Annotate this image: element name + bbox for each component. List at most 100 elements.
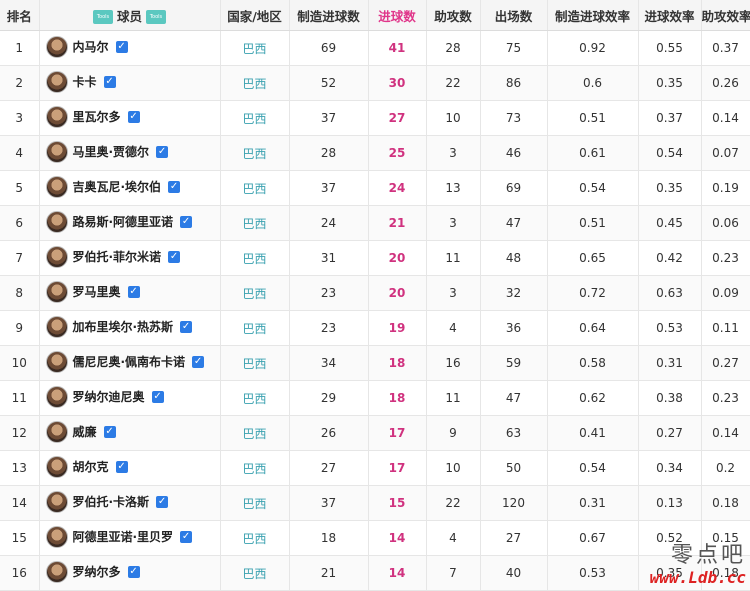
table-row[interactable]: 9 加布里埃尔·热苏斯 ✓ 巴西 23 19 4 36 0.64 0.53 0.11 — [0, 310, 750, 346]
player-name[interactable]: 内马尔 — [73, 38, 109, 55]
table-row[interactable]: 12 威廉 ✓ 巴西 26 17 9 63 0.41 0.27 0.14 — [0, 415, 750, 451]
player-name[interactable]: 罗马里奥 — [73, 283, 121, 300]
table-row[interactable]: 4 马里奥·贾德尔 ✓ 巴西 28 25 3 46 0.61 0.54 0.07 — [0, 135, 750, 171]
checkbox-checked-icon[interactable]: ✓ — [127, 285, 140, 298]
avatar[interactable] — [45, 420, 68, 443]
country-cell[interactable]: 巴西 — [220, 310, 290, 346]
country-cell[interactable]: 巴西 — [220, 170, 290, 206]
player-name[interactable]: 罗纳尔迪尼奥 — [73, 388, 145, 405]
country-cell[interactable]: 巴西 — [220, 485, 290, 521]
avatar[interactable] — [45, 35, 68, 58]
country-cell[interactable]: 巴西 — [220, 415, 290, 451]
checkbox-checked-icon[interactable]: ✓ — [103, 75, 116, 88]
player-name[interactable]: 阿德里亚诺·里贝罗 — [73, 528, 174, 545]
avatar[interactable] — [45, 210, 68, 233]
country-cell[interactable]: 巴西 — [220, 240, 290, 276]
player-info[interactable]: 内马尔 ✓ — [45, 35, 128, 58]
avatar[interactable] — [45, 490, 68, 513]
player-name[interactable]: 卡卡 — [73, 73, 97, 90]
header-created-goals[interactable]: 制造进球数 — [289, 0, 369, 31]
player-info[interactable]: 罗马里奥 ✓ — [45, 280, 140, 303]
country-cell[interactable]: 巴西 — [220, 205, 290, 241]
country-cell[interactable]: 巴西 — [220, 520, 290, 556]
avatar[interactable] — [45, 245, 68, 268]
table-row[interactable]: 11 罗纳尔迪尼奥 ✓ 巴西 29 18 11 47 0.62 0.38 0.23 — [0, 380, 750, 416]
table-row[interactable]: 1 内马尔 ✓ 巴西 69 41 28 75 0.92 0.55 0.37 — [0, 30, 750, 66]
table-row[interactable]: 10 儒尼尼奥·佩南布卡诺 ✓ 巴西 34 18 16 59 0.58 0.31 0.27 — [0, 345, 750, 381]
player-name[interactable]: 吉奥瓦尼·埃尔伯 — [73, 178, 162, 195]
checkbox-checked-icon[interactable]: ✓ — [192, 355, 205, 368]
country-cell[interactable]: 巴西 — [220, 100, 290, 136]
table-row[interactable]: 15 阿德里亚诺·里贝罗 ✓ 巴西 18 14 4 27 0.67 0.52 0.15 — [0, 520, 750, 556]
avatar[interactable] — [45, 455, 68, 478]
avatar[interactable] — [45, 315, 68, 338]
header-player[interactable]: Tools 球员 Tools — [39, 0, 221, 31]
checkbox-checked-icon[interactable]: ✓ — [180, 530, 193, 543]
checkbox-checked-icon[interactable]: ✓ — [103, 425, 116, 438]
country-cell[interactable]: 巴西 — [220, 30, 290, 66]
header-assists[interactable]: 助攻数 — [426, 0, 481, 31]
checkbox-checked-icon[interactable]: ✓ — [180, 320, 193, 333]
player-info[interactable]: 胡尔克 ✓ — [45, 455, 128, 478]
avatar[interactable] — [45, 560, 68, 583]
country-cell[interactable]: 巴西 — [220, 135, 290, 171]
player-name[interactable]: 加布里埃尔·热苏斯 — [73, 318, 174, 335]
checkbox-checked-icon[interactable]: ✓ — [127, 565, 140, 578]
player-name[interactable]: 胡尔克 — [73, 458, 109, 475]
header-assist-rate[interactable]: 助攻效率 — [701, 0, 750, 31]
player-name[interactable]: 里瓦尔多 — [73, 108, 121, 125]
table-row[interactable]: 3 里瓦尔多 ✓ 巴西 37 27 10 73 0.51 0.37 0.14 — [0, 100, 750, 136]
player-name[interactable]: 罗纳尔多 — [73, 563, 121, 580]
player-name[interactable]: 罗伯托·卡洛斯 — [73, 493, 150, 510]
player-info[interactable]: 加布里埃尔·热苏斯 ✓ — [45, 315, 193, 338]
header-rank[interactable]: 排名 — [0, 0, 40, 31]
country-cell[interactable]: 巴西 — [220, 275, 290, 311]
country-cell[interactable]: 巴西 — [220, 555, 290, 591]
header-country[interactable]: 国家/地区 — [220, 0, 290, 31]
player-info[interactable]: 罗纳尔迪尼奥 ✓ — [45, 385, 164, 408]
checkbox-checked-icon[interactable]: ✓ — [156, 495, 169, 508]
checkbox-checked-icon[interactable]: ✓ — [151, 390, 164, 403]
filter-tag-icon[interactable]: Tools — [92, 10, 113, 24]
table-row[interactable]: 16 罗纳尔多 ✓ 巴西 21 14 7 40 0.53 0.35 0.18 — [0, 555, 750, 591]
player-name[interactable]: 路易斯·阿德里亚诺 — [73, 213, 174, 230]
avatar[interactable] — [45, 385, 68, 408]
country-cell[interactable]: 巴西 — [220, 65, 290, 101]
checkbox-checked-icon[interactable]: ✓ — [168, 180, 181, 193]
header-created-rate[interactable]: 制造进球效率 — [547, 0, 639, 31]
table-row[interactable]: 7 罗伯托·菲尔米诺 ✓ 巴西 31 20 11 48 0.65 0.42 0.23 — [0, 240, 750, 276]
player-info[interactable]: 儒尼尼奥·佩南布卡诺 ✓ — [45, 350, 205, 373]
player-name[interactable]: 儒尼尼奥·佩南布卡诺 — [73, 353, 186, 370]
player-info[interactable]: 威廉 ✓ — [45, 420, 116, 443]
player-info[interactable]: 马里奥·贾德尔 ✓ — [45, 140, 169, 163]
player-name[interactable]: 罗伯托·菲尔米诺 — [73, 248, 162, 265]
header-goal-rate[interactable]: 进球效率 — [638, 0, 702, 31]
player-info[interactable]: 路易斯·阿德里亚诺 ✓ — [45, 210, 193, 233]
checkbox-checked-icon[interactable]: ✓ — [168, 250, 181, 263]
filter-tag-icon[interactable]: Tools — [146, 10, 166, 24]
table-row[interactable]: 2 卡卡 ✓ 巴西 52 30 22 86 0.6 0.35 0.26 — [0, 65, 750, 101]
checkbox-checked-icon[interactable]: ✓ — [115, 460, 128, 473]
country-cell[interactable]: 巴西 — [220, 345, 290, 381]
checkbox-checked-icon[interactable]: ✓ — [180, 215, 193, 228]
table-row[interactable]: 5 吉奥瓦尼·埃尔伯 ✓ 巴西 37 24 13 69 0.54 0.35 0.19 — [0, 170, 750, 206]
player-info[interactable]: 罗纳尔多 ✓ — [45, 560, 140, 583]
avatar[interactable] — [45, 350, 68, 373]
player-info[interactable]: 卡卡 ✓ — [45, 70, 116, 93]
avatar[interactable] — [45, 525, 68, 548]
avatar[interactable] — [45, 280, 68, 303]
avatar[interactable] — [45, 140, 68, 163]
player-info[interactable]: 里瓦尔多 ✓ — [45, 105, 140, 128]
checkbox-checked-icon[interactable]: ✓ — [127, 110, 140, 123]
player-name[interactable]: 马里奥·贾德尔 — [73, 143, 150, 160]
header-appearances[interactable]: 出场数 — [480, 0, 548, 31]
player-info[interactable]: 吉奥瓦尼·埃尔伯 ✓ — [45, 175, 181, 198]
header-goals[interactable]: 进球数 — [368, 0, 427, 31]
table-row[interactable]: 14 罗伯托·卡洛斯 ✓ 巴西 37 15 22 120 0.31 0.13 0.18 — [0, 485, 750, 521]
player-info[interactable]: 阿德里亚诺·里贝罗 ✓ — [45, 525, 193, 548]
player-info[interactable]: 罗伯托·菲尔米诺 ✓ — [45, 245, 181, 268]
table-row[interactable]: 6 路易斯·阿德里亚诺 ✓ 巴西 24 21 3 47 0.51 0.45 0.06 — [0, 205, 750, 241]
table-row[interactable]: 13 胡尔克 ✓ 巴西 27 17 10 50 0.54 0.34 0.2 — [0, 450, 750, 486]
player-info[interactable]: 罗伯托·卡洛斯 ✓ — [45, 490, 169, 513]
country-cell[interactable]: 巴西 — [220, 450, 290, 486]
